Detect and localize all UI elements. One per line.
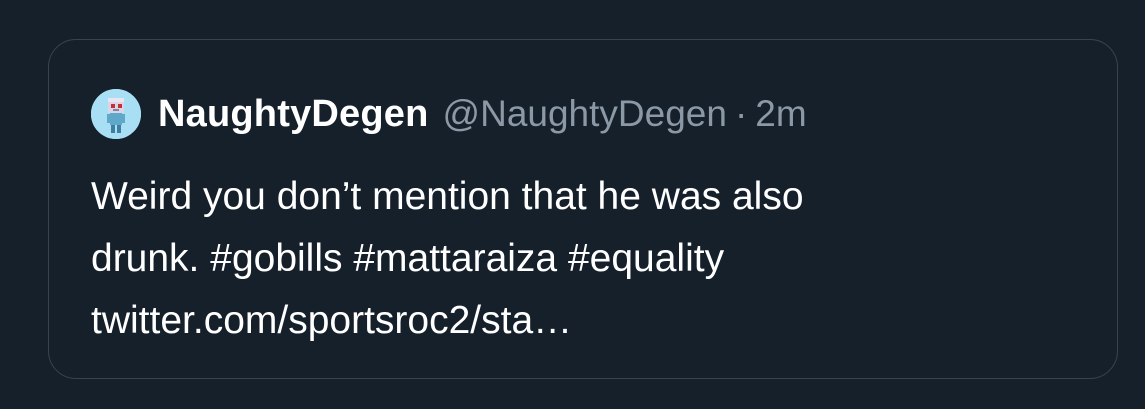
hashtag-link[interactable]: #mattaraiza xyxy=(353,237,557,280)
tweet-text-line: Weird you don’t mention that he was also xyxy=(91,175,804,218)
tweet-url-link[interactable]: twitter.com/sportsroc2/sta… xyxy=(91,290,1091,352)
hashtag-link[interactable]: #equality xyxy=(568,237,724,280)
pixel-character-avatar-icon xyxy=(91,89,141,139)
author-handle[interactable]: @NaughtyDegen xyxy=(443,93,727,135)
author-display-name[interactable]: NaughtyDegen xyxy=(158,93,429,136)
tweet-text-fragment: drunk. xyxy=(91,237,200,280)
tweet-timestamp[interactable]: 2m xyxy=(755,93,806,135)
tweet-text-line: drunk. #gobills #mattaraiza #equality xyxy=(91,228,1091,290)
avatar[interactable] xyxy=(91,89,141,139)
hashtag-link[interactable]: #gobills xyxy=(210,237,342,280)
meta-separator: · xyxy=(734,93,748,134)
tweet-body: Weird you don’t mention that he was also… xyxy=(91,166,1091,352)
quoted-tweet-card[interactable]: NaughtyDegen @NaughtyDegen · 2m Weird yo… xyxy=(48,39,1118,379)
tweet-header: NaughtyDegen @NaughtyDegen · 2m xyxy=(91,89,807,139)
